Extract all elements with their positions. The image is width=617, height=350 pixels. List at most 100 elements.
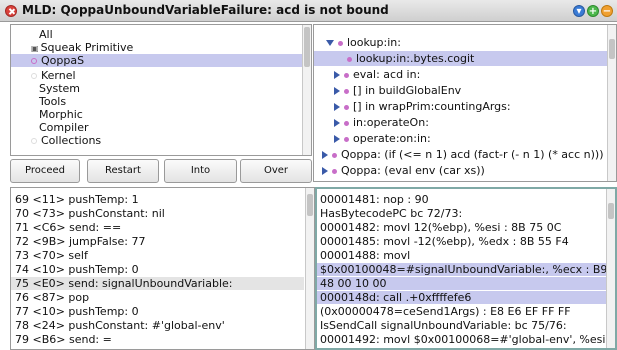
window-title: MLD: QoppaUnboundVariableFailure: acd is… <box>22 3 389 17</box>
bytecode-line[interactable]: 76 <87> pop <box>15 291 89 304</box>
bytecode-line[interactable]: 74 <10> pushTemp: 0 <box>15 263 139 276</box>
proceed-button[interactable]: Proceed <box>10 159 80 183</box>
stack-frame[interactable]: Qoppa: (if (<= n 1) acd (fact-r (- n 1) … <box>322 147 604 162</box>
expand-icon[interactable]: + <box>587 5 599 17</box>
collapsed-triangle-icon[interactable] <box>334 87 340 95</box>
scroll-thumb[interactable] <box>307 194 313 216</box>
frame-marker-icon <box>332 152 337 158</box>
stack-frame-label: Qoppa: (eval env (car xs)) <box>341 164 485 177</box>
category-item-collections[interactable]: Collections <box>31 134 101 147</box>
stack-frame-selected[interactable]: lookup:in:.bytes.cogit <box>314 51 608 66</box>
bytecode-line-current[interactable]: 75 <E0> send: signalUnboundVariable: <box>11 277 304 290</box>
stack-frame[interactable]: in:operateOn: <box>334 115 429 130</box>
bytecode-line[interactable]: 77 <10> pushTemp: 0 <box>15 305 139 318</box>
native-code-line[interactable]: 00001482: movl 12(%ebp), %esi : 8B 75 0C <box>320 221 561 234</box>
window-menu-icon[interactable]: ▾ <box>573 5 585 17</box>
stack-frame-label: eval: acd in: <box>353 68 421 81</box>
category-label: Squeak Primitive <box>40 41 134 54</box>
stack-frame-label: in:operateOn: <box>353 116 429 129</box>
frame-marker-icon <box>344 136 349 142</box>
category-label: All <box>39 28 53 41</box>
stack-frame[interactable]: [] in buildGlobalEnv <box>334 83 461 98</box>
collapsed-triangle-icon[interactable] <box>334 103 340 111</box>
native-code-line[interactable]: 00001481: nop : 90 <box>320 193 429 206</box>
category-item-morphic[interactable]: Morphic <box>39 108 83 121</box>
category-label: System <box>39 82 81 95</box>
bytecode-line[interactable]: 69 <11> pushTemp: 1 <box>15 193 139 206</box>
category-marker-icon <box>31 138 37 144</box>
native-code-line[interactable]: 00001488: movl <box>320 249 410 262</box>
native-code-line[interactable]: IsSendCall signalUnboundVariable: bc 75/… <box>320 319 567 332</box>
collapse-icon[interactable]: − <box>601 5 613 17</box>
native-code-line[interactable]: HasBytecodePC bc 72/73: <box>320 207 462 220</box>
stack-frame[interactable]: lookup:in: <box>326 35 401 50</box>
stack-frame[interactable]: Qoppa: (eval env (car xs)) <box>322 163 485 178</box>
category-item-kernel[interactable]: Kernel <box>31 69 76 82</box>
native-code-line-highlighted[interactable]: 0000148d: call .+0xffffefe6 <box>317 291 606 304</box>
bytecode-line[interactable]: 72 <9B> jumpFalse: 77 <box>15 235 146 248</box>
bytecode-line[interactable]: 71 <C6> send: == <box>15 221 121 234</box>
scroll-thumb[interactable] <box>609 39 615 59</box>
stack-list[interactable]: lookup:in: lookup:in:.bytes.cogit eval: … <box>313 24 617 182</box>
scroll-thumb[interactable] <box>608 203 614 219</box>
frame-marker-icon <box>344 88 349 94</box>
stack-frame[interactable]: eval: acd in: <box>334 67 420 82</box>
category-item-system[interactable]: System <box>39 82 80 95</box>
category-list[interactable]: All ▣ Squeak Primitive QoppaS Kernel Syst… <box>10 24 312 156</box>
category-item-qoppas[interactable]: QoppaS <box>11 54 303 67</box>
frame-marker-icon <box>332 168 337 174</box>
collapsed-triangle-icon[interactable] <box>322 151 328 159</box>
close-icon[interactable] <box>5 5 17 17</box>
collapsed-triangle-icon[interactable] <box>334 71 340 79</box>
restart-button[interactable]: Restart <box>87 159 159 183</box>
stack-frame[interactable]: operate:on:in: <box>334 131 431 146</box>
category-label: Kernel <box>41 69 76 82</box>
frame-marker-icon <box>344 72 349 78</box>
native-code-line[interactable]: 00001485: movl -12(%ebp), %edx : 8B 55 F… <box>320 235 569 248</box>
bytecode-line[interactable]: 70 <73> pushConstant: nil <box>15 207 165 220</box>
category-marker-icon <box>31 58 37 64</box>
bytecode-scrollbar[interactable] <box>305 188 314 349</box>
stack-frame-label: Qoppa: (if (<= n 1) acd (fact-r (- n 1) … <box>341 148 604 161</box>
category-label: QoppaS <box>41 54 85 67</box>
stack-frame[interactable]: [] in wrapPrim:countingArgs: <box>334 99 511 114</box>
stack-frame-label: lookup:in:.bytes.cogit <box>356 52 475 65</box>
category-label: Compiler <box>39 121 89 134</box>
native-code-line[interactable]: (0x00000478=ceSend1Args) : E8 E6 EF FF F… <box>320 305 571 318</box>
native-code-line-highlighted[interactable]: 48 00 10 00 <box>317 277 606 290</box>
stack-scrollbar[interactable] <box>607 25 616 181</box>
category-label: Tools <box>39 95 67 108</box>
category-item-tools[interactable]: Tools <box>39 95 66 108</box>
category-label: Morphic <box>39 108 83 121</box>
stack-frame-label: operate:on:in: <box>353 132 431 145</box>
collapsed-triangle-icon[interactable] <box>322 167 328 175</box>
category-label: Collections <box>41 134 102 147</box>
window-titlebar: MLD: QoppaUnboundVariableFailure: acd is… <box>0 0 617 22</box>
frame-marker-icon <box>344 104 349 110</box>
category-item-compiler[interactable]: Compiler <box>39 121 89 134</box>
collapsed-triangle-icon[interactable] <box>334 135 340 143</box>
bytecode-line[interactable]: 73 <70> self <box>15 249 88 262</box>
frame-marker-icon <box>347 56 352 62</box>
native-code-pane[interactable]: 00001481: nop : 90 HasBytecodePC bc 72/7… <box>315 187 617 350</box>
stack-frame-label: [] in wrapPrim:countingArgs: <box>353 100 511 113</box>
bytecode-line[interactable]: 78 <24> pushConstant: #'global-env' <box>15 319 225 332</box>
into-button[interactable]: Into <box>164 159 237 183</box>
native-scrollbar[interactable] <box>606 189 615 348</box>
bytecode-pane[interactable]: 69 <11> pushTemp: 1 70 <73> pushConstant… <box>10 187 315 350</box>
collapsed-triangle-icon[interactable] <box>334 119 340 127</box>
category-scrollbar[interactable] <box>302 25 311 155</box>
frame-marker-icon <box>338 40 343 46</box>
scroll-thumb[interactable] <box>304 27 310 67</box>
bytecode-line[interactable]: 79 <B6> send: = <box>15 333 112 346</box>
frame-marker-icon <box>344 120 349 126</box>
expanded-triangle-icon[interactable] <box>326 40 334 46</box>
category-item-all[interactable]: All <box>39 28 53 41</box>
stack-frame-label: [] in buildGlobalEnv <box>353 84 462 97</box>
native-code-line-highlighted[interactable]: $0x00100048=#signalUnboundVariable:, %ec… <box>317 263 607 276</box>
category-marker-icon <box>31 73 37 79</box>
native-code-line[interactable]: 00001492: movl $0x00100068=#'global-env'… <box>320 333 613 346</box>
category-item-squeak-primitive[interactable]: ▣ Squeak Primitive <box>31 41 133 54</box>
over-button[interactable]: Over <box>240 159 312 183</box>
stack-frame-label: lookup:in: <box>347 36 401 49</box>
